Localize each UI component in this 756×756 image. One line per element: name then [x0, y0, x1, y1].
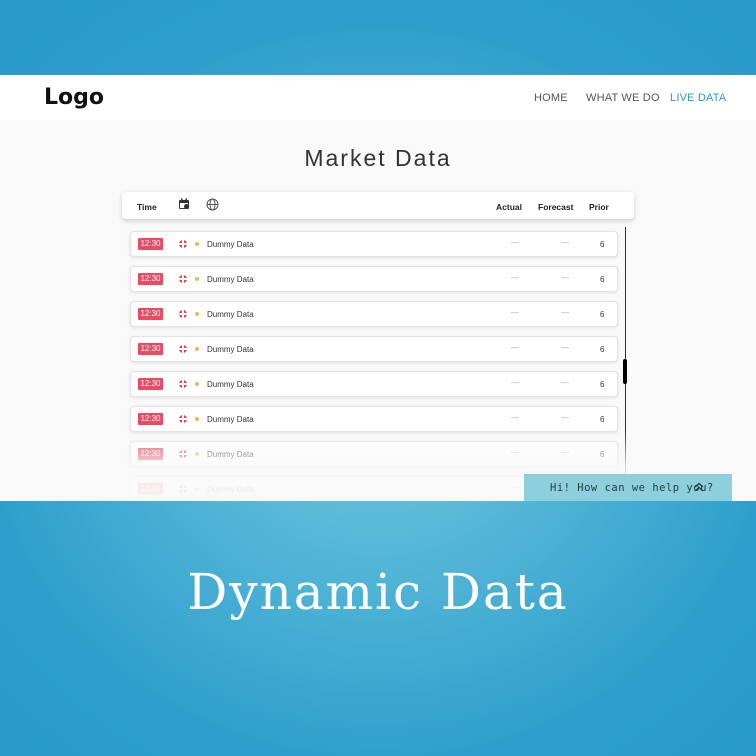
flag-icon — [179, 380, 187, 388]
event-name: Dummy Data — [207, 310, 254, 319]
time-badge: 12:30 — [138, 273, 163, 285]
table-row[interactable]: 12:30 Dummy Data — — 6 — [130, 336, 618, 362]
impact-dot-icon — [195, 312, 199, 316]
column-forecast: Forecast — [538, 202, 574, 212]
nav-link-live-data[interactable]: LIVE DATA — [670, 92, 726, 104]
flag-icon — [179, 450, 187, 458]
time-badge: 12:30 — [138, 378, 163, 390]
time-badge: 12:30 — [138, 413, 163, 425]
event-name: Dummy Data — [207, 240, 254, 249]
prior-value: 6 — [600, 345, 605, 354]
prior-value: 6 — [600, 240, 605, 249]
flag-icon — [179, 415, 187, 423]
chat-widget[interactable]: Hi! How can we help you? — [524, 474, 732, 501]
calendar-icon[interactable] — [178, 198, 190, 212]
actual-value: — — [511, 378, 519, 387]
impact-dot-icon — [195, 417, 199, 421]
impact-dot-icon — [195, 347, 199, 351]
actual-value: — — [511, 308, 519, 317]
impact-dot-icon — [195, 242, 199, 246]
scrollbar-thumb[interactable] — [623, 359, 627, 384]
forecast-value: — — [561, 238, 569, 247]
event-name: Dummy Data — [207, 345, 254, 354]
scrollbar-track[interactable] — [625, 227, 626, 477]
prior-value: 6 — [600, 380, 605, 389]
flag-icon — [179, 485, 187, 493]
table-row[interactable]: 12:30 Dummy Data — — 6 — [130, 406, 618, 432]
impact-dot-icon — [195, 382, 199, 386]
table-row[interactable]: 12:30 Dummy Data — — 6 — [130, 231, 618, 257]
nav-link-what-we-do[interactable]: WHAT WE DO — [586, 92, 660, 104]
actual-value: — — [511, 483, 519, 492]
time-badge: 12:30 — [138, 308, 163, 320]
table-header: Time Actual Forecast Prior — [122, 192, 634, 219]
chat-label: Hi! How can we help you? — [550, 482, 714, 494]
actual-value: — — [511, 273, 519, 282]
logo[interactable]: Logo — [44, 85, 104, 110]
event-name: Dummy Data — [207, 380, 254, 389]
actual-value: — — [511, 413, 519, 422]
actual-value: — — [511, 448, 519, 457]
nav-link-home[interactable]: HOME — [534, 92, 568, 104]
flag-icon — [179, 275, 187, 283]
actual-value: — — [511, 238, 519, 247]
forecast-value: — — [561, 308, 569, 317]
flag-icon — [179, 310, 187, 318]
event-name: Dummy Data — [207, 485, 254, 494]
navbar: Logo HOME WHAT WE DO LIVE DATA — [0, 75, 756, 120]
prior-value: 6 — [600, 415, 605, 424]
table-row[interactable]: 12:30 Dummy Data — — 6 — [130, 371, 618, 397]
forecast-value: — — [561, 448, 569, 457]
actual-value: — — [511, 343, 519, 352]
prior-value: 6 — [600, 310, 605, 319]
table-row[interactable]: 12:30 Dummy Data — — 6 — [130, 301, 618, 327]
event-name: Dummy Data — [207, 450, 254, 459]
table-row[interactable]: 12:30 Dummy Data — — 6 — [130, 266, 618, 292]
impact-dot-icon — [195, 487, 199, 491]
event-name: Dummy Data — [207, 415, 254, 424]
time-badge: 12:30 — [138, 343, 163, 355]
page-title: Market Data — [304, 145, 452, 171]
forecast-value: — — [561, 413, 569, 422]
event-name: Dummy Data — [207, 275, 254, 284]
column-actual: Actual — [496, 202, 522, 212]
forecast-value: — — [561, 378, 569, 387]
column-time: Time — [137, 202, 157, 212]
flag-icon — [179, 345, 187, 353]
globe-icon[interactable] — [206, 198, 219, 213]
website-screenshot: Logo HOME WHAT WE DO LIVE DATA Market Da… — [0, 75, 756, 501]
forecast-value: — — [561, 343, 569, 352]
prior-value: 6 — [600, 275, 605, 284]
column-prior: Prior — [589, 202, 609, 212]
flag-icon — [179, 240, 187, 248]
impact-dot-icon — [195, 277, 199, 281]
prior-value: 6 — [600, 450, 605, 459]
caption: Dynamic Data — [187, 563, 569, 621]
time-badge: 12:30 — [138, 238, 163, 250]
table-row[interactable]: 12:30 Dummy Data — — 6 — [130, 441, 618, 467]
forecast-value: — — [561, 273, 569, 282]
time-badge: 12:30 — [138, 483, 163, 495]
chevron-up-icon — [693, 481, 705, 496]
time-badge: 12:30 — [138, 448, 163, 460]
impact-dot-icon — [195, 452, 199, 456]
